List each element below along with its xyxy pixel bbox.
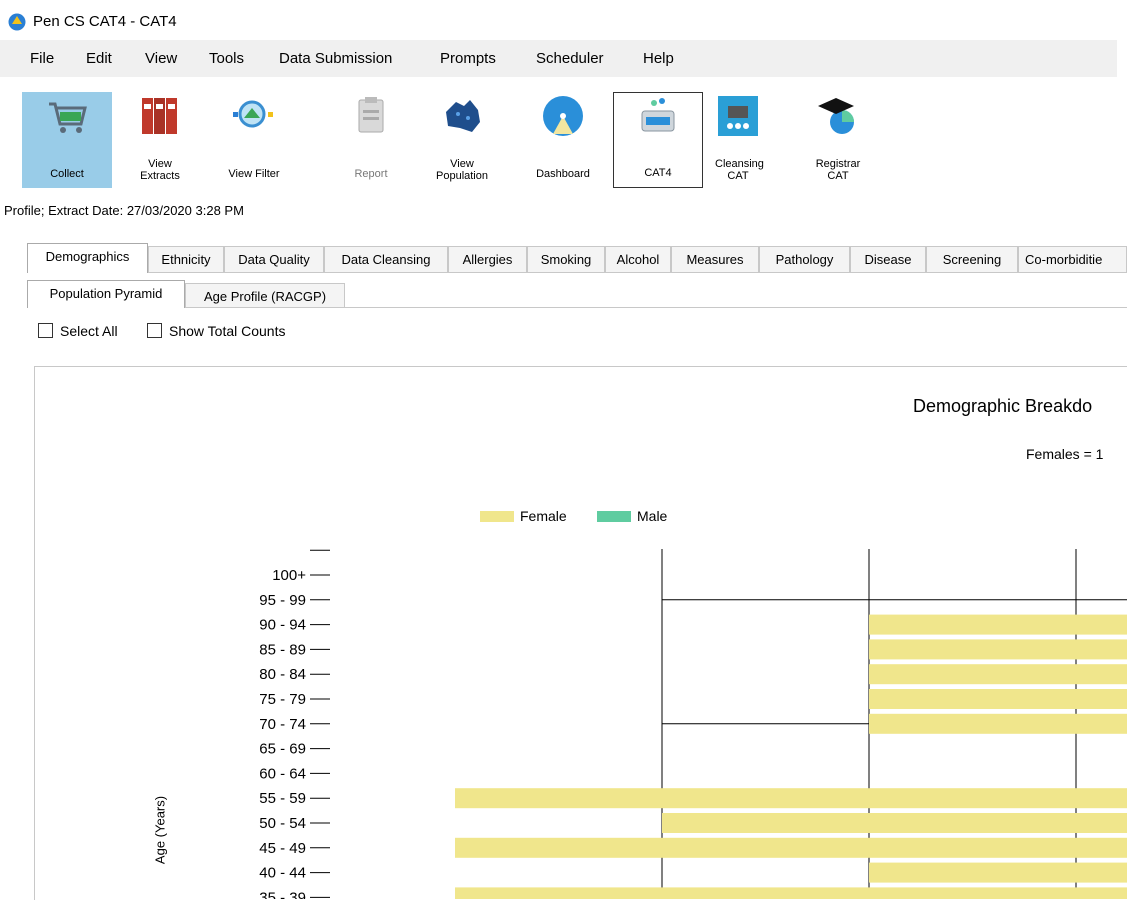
subtab-population-pyramid[interactable]: Population Pyramid: [27, 280, 185, 308]
tab-demographics[interactable]: Demographics: [27, 243, 148, 273]
population-pyramid-chart: 100+ 95 - 99 90 - 94 85 - 89 80 - 84 75 - 79 7…: [259, 549, 1127, 899]
female-bar: [869, 614, 1127, 635]
y-tick-label: 40 - 44: [259, 865, 306, 882]
female-bar: [869, 664, 1127, 685]
female-bar: [869, 689, 1127, 709]
y-tick-label: 100+: [272, 567, 306, 584]
y-tick-label: 70 - 74: [259, 716, 306, 733]
female-bar: [869, 713, 1127, 734]
y-tick-label: 95 - 99: [259, 592, 306, 609]
female-bar: [662, 813, 1127, 833]
female-bar: [869, 639, 1127, 660]
y-tick-label: 35 - 39: [259, 889, 306, 899]
y-tick-label: 65 - 69: [259, 741, 306, 758]
y-tick-label: 85 - 89: [259, 641, 306, 658]
y-tick-label: 80 - 84: [259, 666, 306, 683]
y-tick-label: 55 - 59: [259, 790, 306, 807]
female-bar: [869, 862, 1127, 883]
y-tick-label: 50 - 54: [259, 815, 306, 832]
female-bar: [455, 837, 1127, 858]
female-bar: [455, 887, 1127, 899]
y-tick-label: 75 - 79: [259, 691, 306, 708]
y-tick-label: 60 - 64: [259, 765, 306, 782]
y-tick-label: 90 - 94: [259, 617, 306, 634]
y-axis-label: Age (Years): [152, 795, 168, 865]
y-tick-label: 45 - 49: [259, 840, 306, 857]
female-bar: [455, 788, 1127, 809]
